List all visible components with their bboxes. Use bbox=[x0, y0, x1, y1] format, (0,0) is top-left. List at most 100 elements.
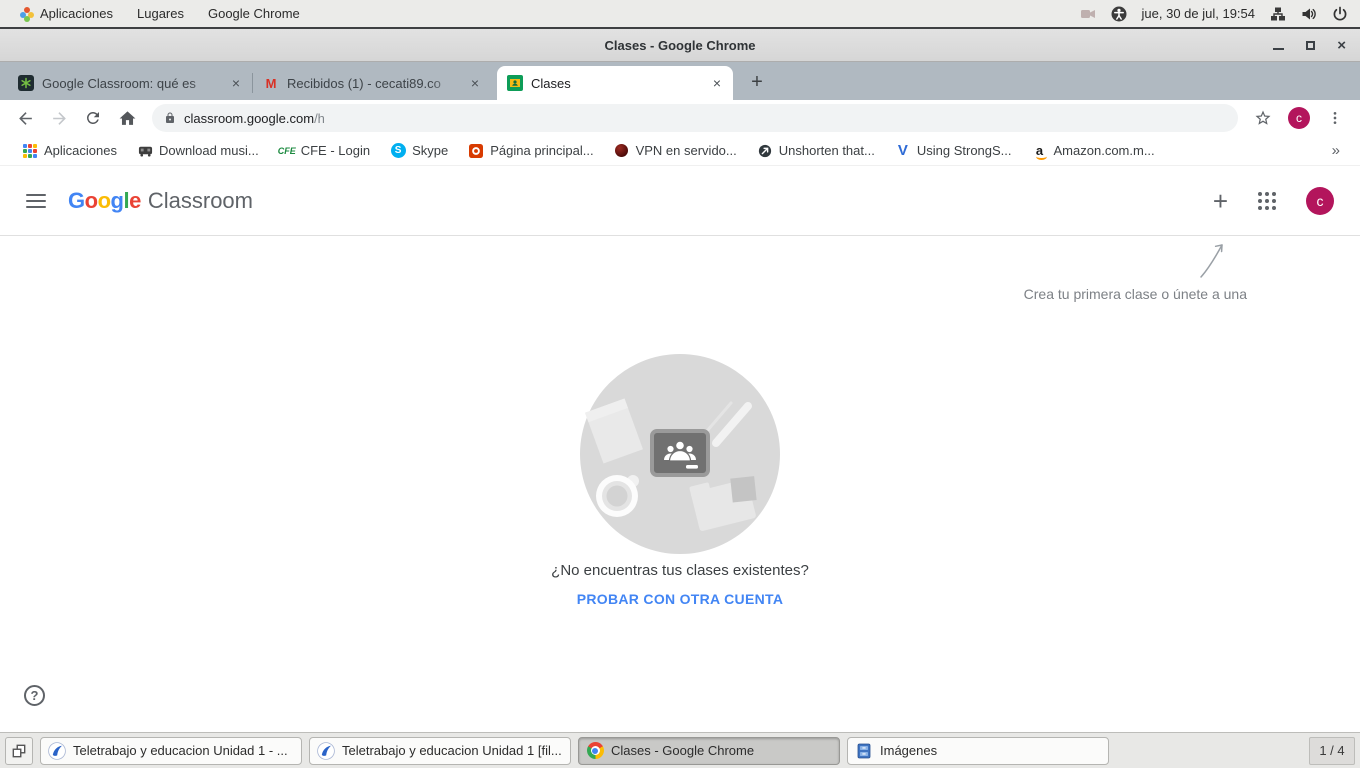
chrome-icon bbox=[586, 742, 604, 760]
gmail-favicon-icon: M bbox=[263, 75, 279, 91]
account-avatar[interactable]: c bbox=[1306, 187, 1334, 215]
bookmarks-overflow-chevron[interactable]: » bbox=[1332, 142, 1348, 159]
libreoffice-icon bbox=[48, 742, 66, 760]
google-wordmark: Google bbox=[68, 188, 141, 214]
bookmarks-bar: Aplicaciones Download musi... CFE CFE - … bbox=[0, 136, 1360, 166]
new-tab-button[interactable]: + bbox=[743, 68, 771, 96]
bookmark-label: Using StrongS... bbox=[917, 143, 1012, 158]
active-app-menu[interactable]: Google Chrome bbox=[196, 0, 312, 27]
taskbar-window-writer-2[interactable]: Teletrabajo y educacion Unidad 1 [fil... bbox=[309, 737, 571, 765]
panel-clock[interactable]: jue, 30 de jul, 19:54 bbox=[1142, 6, 1255, 21]
bookmark-cfe-login[interactable]: CFE CFE - Login bbox=[269, 139, 380, 163]
tab-clases-active[interactable]: Clases × bbox=[497, 66, 733, 100]
camera-icon[interactable] bbox=[1080, 6, 1096, 22]
bookmark-strongswan[interactable]: V Using StrongS... bbox=[885, 139, 1022, 163]
tab-gmail-inbox[interactable]: M Recibidos (1) - cecati89.co × bbox=[253, 66, 491, 100]
bookmark-label: VPN en servido... bbox=[636, 143, 737, 158]
address-bar[interactable]: classroom.google.com/h bbox=[152, 104, 1238, 132]
vpn-sphere-icon bbox=[614, 143, 630, 159]
tab-title: Clases bbox=[531, 76, 703, 91]
applications-menu-label: Aplicaciones bbox=[40, 6, 113, 21]
window-list-taskbar: Teletrabajo y educacion Unidad 1 - ... T… bbox=[0, 732, 1360, 768]
taskbar-window-label: Imágenes bbox=[880, 743, 937, 758]
tab-close-icon[interactable]: × bbox=[469, 75, 481, 91]
lock-icon[interactable] bbox=[164, 112, 176, 124]
hint-arrow-icon bbox=[1196, 239, 1232, 286]
classroom-header: Google Classroom + c bbox=[0, 166, 1360, 236]
skype-icon: S bbox=[390, 143, 406, 159]
minimize-icon[interactable] bbox=[1273, 48, 1284, 50]
amazon-icon: a bbox=[1032, 143, 1048, 159]
bookmark-aplicaciones[interactable]: Aplicaciones bbox=[12, 139, 127, 163]
bookmark-download-music[interactable]: Download musi... bbox=[127, 139, 269, 163]
network-icon[interactable] bbox=[1270, 6, 1286, 22]
applications-menu-icon bbox=[20, 7, 34, 21]
bookmark-unshorten[interactable]: Unshorten that... bbox=[747, 139, 885, 163]
google-apps-grid-icon[interactable] bbox=[1258, 192, 1276, 210]
bookmark-label: Aplicaciones bbox=[44, 143, 117, 158]
taskbar-window-label: Clases - Google Chrome bbox=[611, 743, 754, 758]
main-menu-icon[interactable] bbox=[26, 194, 46, 208]
show-desktop-button[interactable] bbox=[5, 737, 33, 765]
reload-icon[interactable] bbox=[78, 103, 108, 133]
panel-status-area: jue, 30 de jul, 19:54 bbox=[1080, 6, 1360, 22]
panel-menus: Aplicaciones Lugares Google Chrome bbox=[0, 0, 312, 27]
classroom-wordmark: Classroom bbox=[148, 188, 253, 214]
close-window-icon[interactable]: × bbox=[1337, 38, 1346, 53]
browser-profile-avatar[interactable]: c bbox=[1288, 107, 1310, 129]
bookmark-vpn[interactable]: VPN en servido... bbox=[604, 139, 747, 163]
places-menu[interactable]: Lugares bbox=[125, 0, 196, 27]
bookmark-label: Download musi... bbox=[159, 143, 259, 158]
tab-strip: Google Classroom: qué es × M Recibidos (… bbox=[0, 62, 1360, 100]
window-controls: × bbox=[1273, 29, 1346, 62]
try-another-account-link[interactable]: PROBAR CON OTRA CUENTA bbox=[0, 591, 1360, 607]
taskbar-window-label: Teletrabajo y educacion Unidad 1 [fil... bbox=[342, 743, 562, 758]
gnome-top-panel: Aplicaciones Lugares Google Chrome jue, … bbox=[0, 0, 1360, 27]
bookmark-label: Amazon.com.m... bbox=[1054, 143, 1155, 158]
classroom-header-actions: + c bbox=[1213, 187, 1334, 215]
url-host: classroom.google.com bbox=[184, 111, 314, 126]
bookmark-star-icon[interactable] bbox=[1248, 103, 1278, 133]
taskbar-window-label: Teletrabajo y educacion Unidad 1 - ... bbox=[73, 743, 288, 758]
bookmark-label: Unshorten that... bbox=[779, 143, 875, 158]
bookmark-label: CFE - Login bbox=[301, 143, 370, 158]
taskbar-window-images[interactable]: Imágenes bbox=[847, 737, 1109, 765]
volume-icon[interactable] bbox=[1301, 6, 1317, 22]
power-icon[interactable] bbox=[1332, 6, 1348, 22]
applications-menu[interactable]: Aplicaciones bbox=[8, 0, 125, 27]
browser-toolbar: classroom.google.com/h c bbox=[0, 100, 1360, 136]
browser-menu-icon[interactable] bbox=[1320, 103, 1350, 133]
url-text[interactable]: classroom.google.com/h bbox=[184, 111, 325, 126]
empty-classes-illustration bbox=[570, 349, 790, 564]
empty-state-question: ¿No encuentras tus clases existentes? bbox=[0, 562, 1360, 579]
file-manager-icon bbox=[855, 742, 873, 760]
accessibility-icon[interactable] bbox=[1111, 6, 1127, 22]
help-icon[interactable]: ? bbox=[24, 685, 45, 706]
workspace-switcher[interactable]: 1 / 4 bbox=[1309, 737, 1355, 765]
strongswan-icon: V bbox=[895, 143, 911, 159]
tab-title: Recibidos (1) - cecati89.co bbox=[287, 76, 461, 91]
tab-close-icon[interactable]: × bbox=[711, 75, 723, 91]
tab-close-icon[interactable]: × bbox=[230, 75, 242, 91]
url-path: /h bbox=[314, 111, 325, 126]
music-site-icon bbox=[137, 143, 153, 159]
bookmark-amazon[interactable]: a Amazon.com.m... bbox=[1022, 139, 1165, 163]
back-icon[interactable] bbox=[10, 103, 40, 133]
taskbar-window-chrome-active[interactable]: Clases - Google Chrome bbox=[578, 737, 840, 765]
classroom-empty-state: Crea tu primera clase o únete a una bbox=[0, 237, 1360, 732]
bookmark-pagina-principal[interactable]: Página principal... bbox=[458, 139, 603, 163]
taskbar-window-writer-1[interactable]: Teletrabajo y educacion Unidad 1 - ... bbox=[40, 737, 302, 765]
bookmark-label: Skype bbox=[412, 143, 448, 158]
create-or-join-class-button[interactable]: + bbox=[1213, 188, 1228, 214]
home-icon[interactable] bbox=[112, 103, 142, 133]
chrome-titlebar[interactable]: Clases - Google Chrome × bbox=[0, 29, 1360, 62]
bookmark-skype[interactable]: S Skype bbox=[380, 139, 458, 163]
site-favicon-icon bbox=[18, 75, 34, 91]
forward-icon[interactable] bbox=[44, 103, 74, 133]
create-class-hint: Crea tu primera clase o únete a una bbox=[1024, 286, 1247, 302]
tab-google-classroom-article[interactable]: Google Classroom: qué es × bbox=[8, 66, 252, 100]
window-title: Clases - Google Chrome bbox=[0, 29, 1360, 62]
classroom-logo[interactable]: Google Classroom bbox=[68, 188, 253, 214]
places-menu-label: Lugares bbox=[137, 6, 184, 21]
maximize-icon[interactable] bbox=[1306, 41, 1315, 50]
